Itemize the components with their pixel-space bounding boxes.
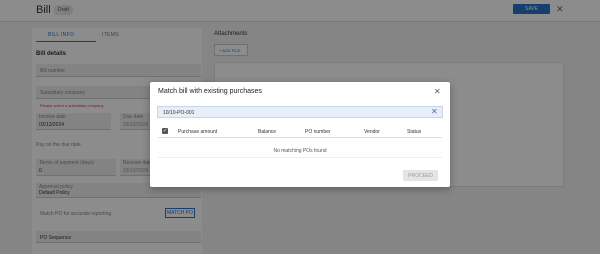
column-po-number[interactable]: PO number bbox=[305, 129, 331, 135]
proceed-button[interactable]: PROCEED bbox=[403, 170, 438, 181]
dialog-title: Match bill with existing purchases bbox=[158, 88, 262, 95]
match-purchases-dialog: Match bill with existing purchases ✕ 10/… bbox=[150, 82, 450, 187]
column-vendor[interactable]: Vendor bbox=[364, 129, 380, 135]
table-header: ✓ Purchase amount Balance PO number Vend… bbox=[158, 126, 442, 138]
column-purchase-amount[interactable]: Purchase amount bbox=[178, 129, 217, 135]
column-status[interactable]: Status bbox=[407, 129, 421, 135]
empty-state-message: No matching POs found bbox=[273, 148, 327, 154]
select-all-checkbox[interactable]: ✓ bbox=[162, 128, 168, 134]
divider bbox=[158, 157, 442, 158]
column-balance[interactable]: Balance bbox=[258, 129, 276, 135]
po-search-input[interactable]: 10/10-PO-001 ✕ bbox=[157, 106, 443, 118]
po-search-value: 10/10-PO-001 bbox=[163, 110, 195, 116]
close-icon[interactable]: ✕ bbox=[434, 87, 441, 96]
clear-search-icon[interactable]: ✕ bbox=[431, 107, 438, 116]
